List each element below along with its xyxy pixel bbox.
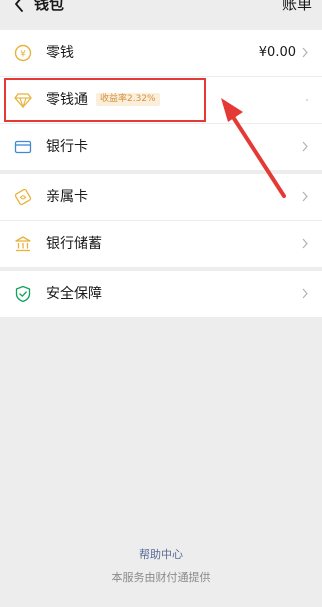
back-arrow-icon[interactable] [10,0,30,14]
row-label: 亲属卡 [46,189,88,205]
chevron-right-icon [302,288,308,299]
help-center-link[interactable]: 帮助中心 [0,548,322,562]
row-bank-savings[interactable]: 银行储蓄 [0,221,322,267]
row-label: 零钱 [46,45,74,61]
row-indicator [306,99,308,101]
wallet-main-group: ¥ 零钱 ¥0.00 零钱通 收益率2.32% 银行卡 [0,30,322,170]
row-label: 零钱通 [46,92,88,108]
coin-icon: ¥ [14,44,32,62]
svg-text:¥: ¥ [20,50,26,60]
chevron-right-icon [302,141,308,152]
bank-savings-icon [15,236,31,252]
row-family-card[interactable]: 亲属卡 [0,174,322,221]
chevron-right-icon [302,238,308,249]
shield-icon [15,285,31,303]
top-nav-bar: 钱包 账单 [0,0,322,24]
chevron-right-icon [302,191,308,202]
wallet-security-group: 安全保障 [0,271,322,317]
row-label: 银行储蓄 [46,236,102,252]
wallet-cards-group: 亲属卡 银行储蓄 [0,174,322,267]
yield-rate-badge: 收益率2.32% [96,93,160,106]
bank-card-icon [14,140,32,154]
row-label: 银行卡 [46,139,88,155]
provider-note: 本服务由财付通提供 [111,571,211,584]
row-bank-card[interactable]: 银行卡 [0,124,322,170]
page-title: 钱包 [34,0,65,13]
row-label: 安全保障 [46,286,102,302]
bill-button[interactable]: 账单 [282,0,312,13]
diamond-icon [14,93,32,109]
row-lingqiantong[interactable]: 零钱通 收益率2.32% [0,77,322,124]
row-security[interactable]: 安全保障 [0,271,322,317]
row-change[interactable]: ¥ 零钱 ¥0.00 [0,30,322,77]
chevron-right-icon [302,47,308,58]
family-card-icon [14,188,32,206]
balance-value: ¥0.00 [258,45,296,60]
